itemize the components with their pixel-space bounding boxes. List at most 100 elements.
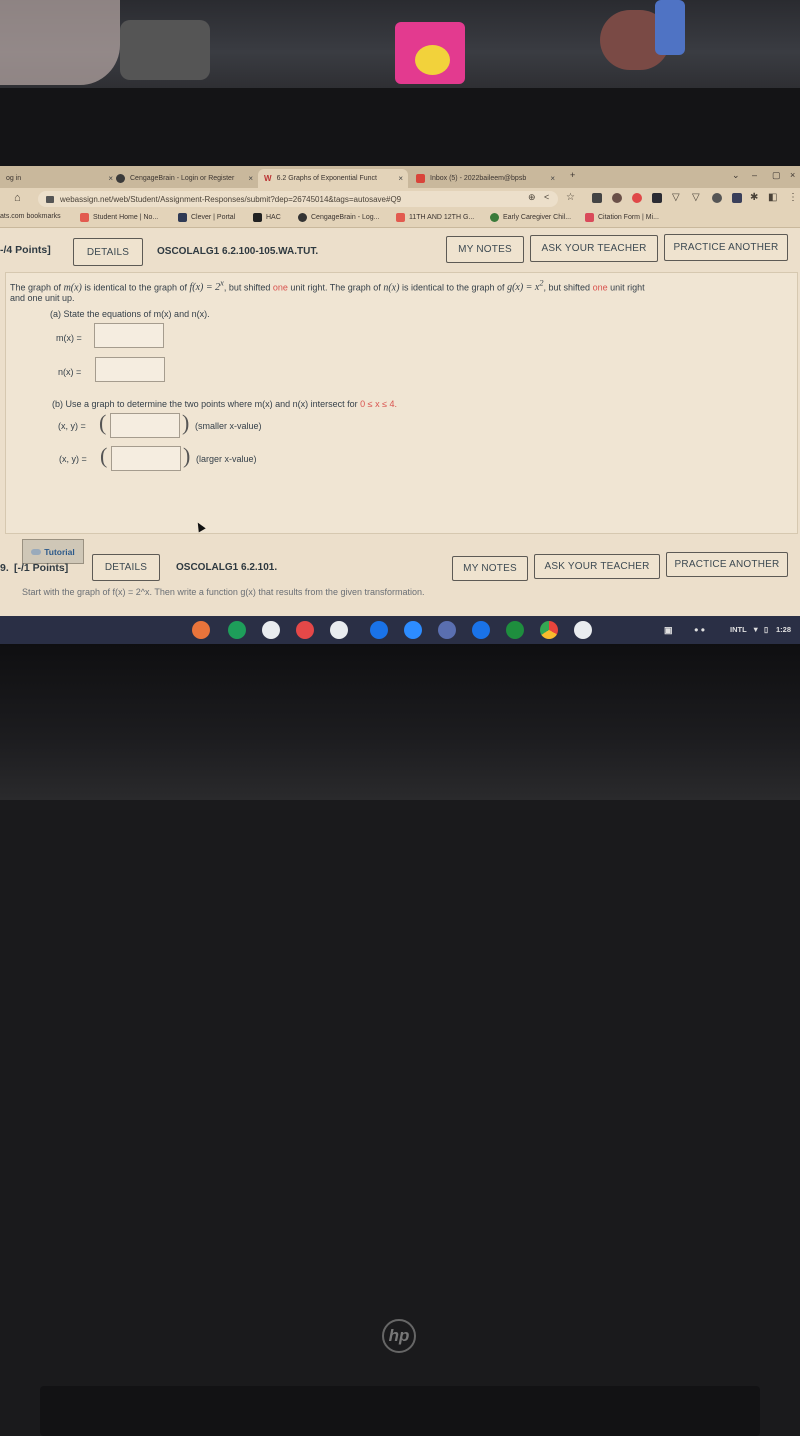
background-room [0, 0, 800, 95]
extension-icon[interactable] [652, 193, 662, 203]
tab[interactable]: CengageBrain - Login or Register × [110, 169, 258, 188]
extension-icon[interactable] [732, 193, 742, 203]
phone-hub-icon[interactable]: ▣ [664, 625, 673, 636]
hangouts-icon[interactable] [228, 621, 246, 639]
tab-title: CengageBrain - Login or Register [130, 175, 235, 182]
keyboard-layout[interactable]: INTL [730, 625, 747, 634]
tab[interactable]: Inbox (5) - 2022baileem@bpsb × [410, 169, 560, 188]
ask-your-teacher-button[interactable]: ASK YOUR TEACHER [534, 554, 660, 579]
clock[interactable]: 1:28 [776, 625, 791, 634]
google-classroom-icon[interactable] [506, 621, 524, 639]
zoom-page-icon[interactable]: ⊕ [528, 192, 536, 203]
menu-icon[interactable]: ⋮ [788, 192, 798, 203]
larger-x-label: (larger x-value) [196, 454, 257, 464]
restore-icon[interactable]: ▢ [772, 170, 781, 181]
bookmark-label: 11TH AND 12TH G... [409, 214, 475, 221]
record-icon[interactable] [296, 621, 314, 639]
bookmark-item[interactable]: Clever | Portal [178, 213, 235, 222]
new-tab-button[interactable]: + [570, 170, 575, 180]
details-button[interactable]: DETAILS [92, 554, 160, 581]
practice-another-button[interactable]: PRACTICE ANOTHER [664, 234, 788, 261]
points-label: [-/1 Points] [14, 562, 69, 574]
bookmark-icon [396, 213, 405, 222]
url-input[interactable]: webassign.net/web/Student/Assignment-Res… [38, 191, 558, 207]
open-paren: ( [99, 410, 107, 435]
close-tab-icon[interactable]: × [550, 174, 555, 183]
screen-bezel [0, 88, 800, 168]
my-notes-button[interactable]: MY NOTES [446, 236, 524, 263]
close-paren: ) [182, 410, 190, 435]
prompt-text: is identical to the graph of [401, 282, 505, 293]
bookmark-item[interactable]: Citation Form | Mi... [585, 213, 659, 222]
extension-icon[interactable] [592, 193, 602, 203]
ask-your-teacher-button[interactable]: ASK YOUR TEACHER [530, 235, 658, 262]
close-window-icon[interactable]: × [790, 170, 795, 180]
details-button[interactable]: DETAILS [73, 238, 143, 266]
address-bar-row: ⌂ webassign.net/web/Student/Assignment-R… [0, 188, 800, 210]
bookmark-item[interactable]: CengageBrain - Log... [298, 213, 380, 222]
m-input[interactable] [94, 323, 164, 348]
range-text: 0 ≤ x ≤ 4. [360, 399, 398, 409]
tab-active[interactable]: W 6.2 Graphs of Exponential Funct × [258, 169, 408, 188]
bookmark-icon [80, 213, 89, 222]
part-b-prompt: (b) Use a graph to determine the two poi… [52, 399, 397, 409]
bookmark-item[interactable]: ats.com bookmarks [0, 213, 61, 220]
close-tab-icon[interactable]: × [398, 174, 403, 183]
extension-icon[interactable] [612, 193, 622, 203]
laptop-screen: og in × CengageBrain - Login or Register… [0, 166, 800, 641]
notification-icon[interactable]: ● ● [694, 625, 705, 634]
adblock-icon[interactable] [632, 193, 642, 203]
bookmark-label: Early Caregiver Chil... [503, 214, 572, 221]
shield-icon[interactable]: ▽ [672, 192, 680, 203]
bookmark-item[interactable]: 11TH AND 12TH G... [396, 213, 474, 222]
my-notes-button[interactable]: MY NOTES [452, 556, 528, 581]
meet-icon[interactable] [370, 621, 388, 639]
highlight-one: one [272, 282, 288, 293]
bookmark-item[interactable]: Early Caregiver Chil... [490, 213, 571, 222]
extensions-puzzle-icon[interactable]: ✱ [750, 192, 758, 203]
mail-icon [416, 174, 425, 183]
n-input[interactable] [95, 357, 165, 382]
phone-icon[interactable] [262, 621, 280, 639]
calculator-icon[interactable] [330, 621, 348, 639]
minimize-icon[interactable]: – [752, 170, 757, 180]
prompt-text: , but shifted [223, 282, 271, 293]
bookmark-item[interactable]: HAC [253, 213, 281, 222]
bookmark-label: ats.com bookmarks [0, 213, 61, 220]
camera-icon[interactable] [472, 621, 490, 639]
bookmark-label: Clever | Portal [191, 214, 236, 221]
classroom-app-icon[interactable] [438, 621, 456, 639]
larger-point-input[interactable] [111, 446, 181, 471]
extension-icon[interactable] [712, 193, 722, 203]
close-paren: ) [183, 443, 191, 468]
zoom-icon[interactable] [404, 621, 422, 639]
close-tab-icon[interactable]: × [248, 174, 253, 183]
tab[interactable]: og in × [0, 169, 118, 188]
tab-search-icon[interactable]: ⌄ [732, 170, 740, 181]
play-store-icon[interactable] [574, 621, 592, 639]
question-header: -/4 Points] DETAILS OSCOLALG1 6.2.100-10… [0, 234, 800, 270]
bookmark-item[interactable]: Student Home | No... [80, 213, 158, 222]
chrome-icon[interactable] [540, 621, 558, 639]
side-panel-icon[interactable]: ◧ [768, 192, 777, 203]
webassign-page: -/4 Points] DETAILS OSCOLALG1 6.2.100-10… [0, 228, 800, 641]
practice-another-button[interactable]: PRACTICE ANOTHER [666, 552, 788, 577]
site-info-icon[interactable] [46, 195, 54, 203]
smaller-point-input[interactable] [110, 413, 180, 438]
points-label: -/4 Points] [0, 244, 51, 256]
question-number: 9. [0, 562, 9, 574]
globe-icon [298, 213, 307, 222]
prompt-text: unit right. The graph of [290, 282, 381, 293]
firefox-icon[interactable] [192, 621, 210, 639]
home-icon[interactable]: ⌂ [14, 192, 21, 204]
bookmark-icon [585, 213, 594, 222]
share-icon[interactable]: < [544, 192, 549, 202]
bookmark-star-icon[interactable]: ☆ [566, 192, 575, 203]
question-code: OSCOLALG1 6.2.100-105.WA.TUT. [157, 246, 319, 257]
background-object [655, 0, 685, 55]
shield-icon[interactable]: ▽ [692, 192, 700, 203]
background-object [415, 45, 450, 75]
open-paren: ( [100, 443, 108, 468]
part-a-prompt: (a) State the equations of m(x) and n(x)… [50, 309, 210, 319]
laptop-body: hp [0, 644, 800, 1436]
